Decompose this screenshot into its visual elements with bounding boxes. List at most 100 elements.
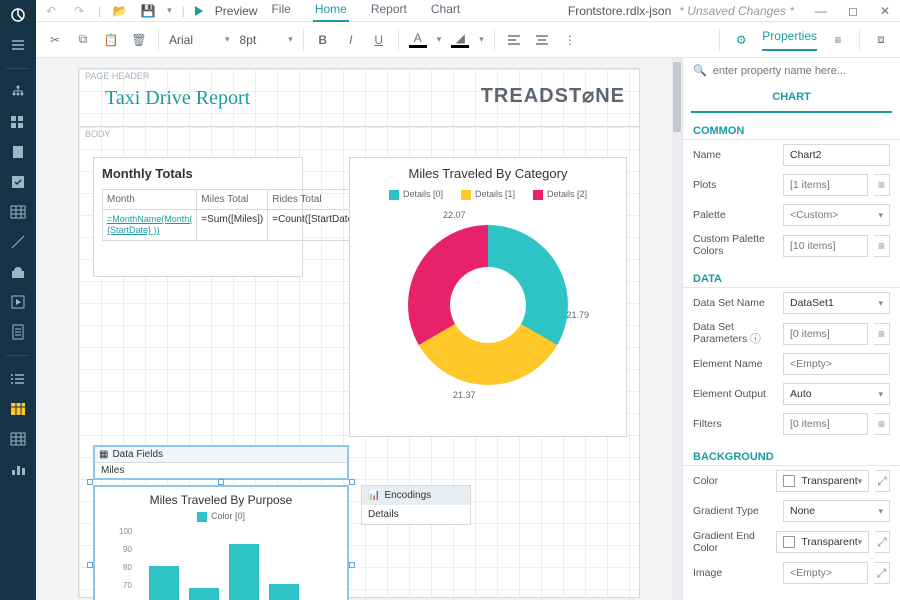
- document-name: Frontstore.rdlx-json: [568, 4, 671, 18]
- rail-shape-icon[interactable]: [9, 263, 27, 281]
- search-input[interactable]: [713, 65, 890, 77]
- donut-chart-card[interactable]: Miles Traveled By Category Details [0] D…: [349, 157, 627, 437]
- window-max-icon[interactable]: ◻: [844, 2, 862, 20]
- align-center-icon[interactable]: [533, 31, 551, 49]
- rail-list-icon[interactable]: [9, 370, 27, 388]
- redo-icon[interactable]: ↷: [70, 2, 88, 20]
- paste-icon[interactable]: 📋: [102, 31, 120, 49]
- prop-bg-color[interactable]: Transparent▾: [776, 470, 869, 492]
- settings-gear-icon[interactable]: ⚙: [732, 31, 750, 49]
- font-select[interactable]: Arial▾: [169, 33, 230, 47]
- rail-line-icon[interactable]: [9, 233, 27, 251]
- cut-icon[interactable]: ✂: [46, 31, 64, 49]
- expand-icon[interactable]: ⤢: [875, 531, 890, 553]
- expr-miles[interactable]: =Sum([Miles]): [201, 214, 263, 225]
- tab-report[interactable]: Report: [369, 0, 409, 22]
- rail-menu-icon[interactable]: [9, 36, 27, 54]
- encodings-row[interactable]: 📊Encodings: [362, 486, 470, 505]
- undo-icon[interactable]: ↶: [42, 2, 60, 20]
- preview-icon[interactable]: [195, 6, 203, 16]
- search-icon: 🔍: [693, 64, 707, 77]
- fill-color-icon[interactable]: ◢: [451, 32, 469, 48]
- prop-filters[interactable]: [0 items]: [783, 413, 868, 435]
- prop-ds-params[interactable]: [0 items]: [783, 323, 868, 345]
- prop-palette[interactable]: <Custom>▾: [783, 204, 890, 226]
- monthly-totals-card[interactable]: Monthly Totals MonthMiles TotalRides Tot…: [93, 157, 303, 277]
- logo[interactable]: TREADST⌀NE: [481, 83, 625, 108]
- svg-text:80: 80: [123, 563, 132, 572]
- svg-text:100: 100: [119, 527, 133, 536]
- tab-home[interactable]: Home: [313, 0, 349, 22]
- bar-chart[interactable]: 100 90 80 70 60: [101, 526, 331, 600]
- properties-tab[interactable]: Properties: [762, 29, 817, 51]
- font-color-icon[interactable]: A: [409, 32, 427, 48]
- details-row[interactable]: Details: [362, 505, 470, 524]
- underline-icon[interactable]: U: [370, 31, 388, 49]
- expr-rides[interactable]: =Count([StartDate]): [272, 214, 359, 225]
- window-close-icon[interactable]: ✕: [876, 2, 894, 20]
- expr-month[interactable]: =MonthName(Month( {StartDate} )): [107, 214, 192, 235]
- encodings-panel[interactable]: 📊Encodings Details: [361, 485, 471, 525]
- data-fields-panel[interactable]: ▦Data Fields Miles: [93, 445, 349, 480]
- donut-chart[interactable]: [408, 225, 568, 385]
- section-data: DATA: [683, 267, 900, 288]
- page-header-region[interactable]: PAGE HEADER Taxi Drive Report TREADST⌀NE: [79, 69, 639, 127]
- prop-gradient-type[interactable]: None▾: [783, 500, 890, 522]
- design-canvas[interactable]: PAGE HEADER Taxi Drive Report TREADST⌀NE…: [36, 58, 682, 600]
- delete-icon[interactable]: 🗑: [130, 31, 148, 49]
- expand-icon[interactable]: ⤢: [875, 470, 890, 492]
- top-bar: ↶ ↷ | 📂 💾 ▾ | Preview File Home Report C…: [36, 0, 900, 22]
- data-field-item[interactable]: Miles: [95, 462, 347, 478]
- list-icon[interactable]: ≡: [874, 235, 890, 257]
- section-background: BACKGROUND: [683, 445, 900, 466]
- bold-icon[interactable]: B: [314, 31, 332, 49]
- preview-button[interactable]: Preview: [215, 4, 258, 18]
- align-left-icon[interactable]: [505, 31, 523, 49]
- save-icon[interactable]: 💾: [139, 2, 157, 20]
- body-region[interactable]: BODY Monthly Totals MonthMiles TotalRide…: [79, 127, 639, 597]
- rail-check-icon[interactable]: [9, 173, 27, 191]
- bar-chart-card[interactable]: Miles Traveled By Purpose Color [0] 100 …: [93, 485, 349, 600]
- prop-element-output[interactable]: Auto▾: [783, 383, 890, 405]
- window-min-icon[interactable]: —: [812, 2, 830, 20]
- rail-tree-icon[interactable]: [9, 83, 27, 101]
- rail-play-icon[interactable]: [9, 293, 27, 311]
- rail-table-icon[interactable]: [9, 203, 27, 221]
- open-icon[interactable]: 📂: [111, 2, 129, 20]
- monthly-title: Monthly Totals: [102, 166, 294, 181]
- rail-logo-icon[interactable]: [9, 6, 27, 24]
- save-dropdown-icon[interactable]: ▾: [167, 5, 172, 16]
- database-icon[interactable]: ≡: [829, 31, 847, 49]
- prop-plots[interactable]: [1 items]: [783, 174, 868, 196]
- copy-icon[interactable]: ⧉: [74, 31, 92, 49]
- prop-image[interactable]: <Empty>: [783, 562, 868, 584]
- vertical-scrollbar[interactable]: [672, 58, 682, 600]
- italic-icon[interactable]: I: [342, 31, 360, 49]
- rail-matrix-icon[interactable]: [9, 430, 27, 448]
- more-icon[interactable]: ⋮: [561, 31, 579, 49]
- panel-toggle-icon[interactable]: ⧈: [872, 31, 890, 49]
- left-rail: [0, 0, 36, 600]
- panel-heading: CHART: [691, 83, 892, 113]
- donut-legend: Details [0] Details [1] Details [2]: [358, 189, 618, 200]
- list-icon[interactable]: ≡: [874, 174, 890, 196]
- property-search[interactable]: 🔍: [683, 58, 900, 83]
- tab-file[interactable]: File: [269, 0, 292, 22]
- prop-element-name[interactable]: <Empty>: [783, 353, 890, 375]
- prop-dataset[interactable]: DataSet1▾: [783, 292, 890, 314]
- rail-doc-icon[interactable]: [9, 323, 27, 341]
- prop-custom-palette[interactable]: [10 items]: [783, 235, 868, 257]
- rail-table2-icon[interactable]: [9, 400, 27, 418]
- rail-page-icon[interactable]: [9, 143, 27, 161]
- list-icon[interactable]: ≡: [874, 413, 890, 435]
- rail-grid-icon[interactable]: [9, 113, 27, 131]
- list-icon[interactable]: ≡: [874, 323, 890, 345]
- expand-icon[interactable]: ⤢: [874, 562, 890, 584]
- donut-title: Miles Traveled By Category: [358, 166, 618, 181]
- rail-chart-icon[interactable]: [9, 460, 27, 478]
- prop-gradient-end[interactable]: Transparent▾: [776, 531, 869, 553]
- tab-chart[interactable]: Chart: [429, 0, 462, 22]
- size-select[interactable]: 8pt▾: [240, 33, 293, 47]
- monthly-table[interactable]: MonthMiles TotalRides Total =MonthName(M…: [102, 189, 364, 241]
- prop-name[interactable]: Chart2: [783, 144, 890, 166]
